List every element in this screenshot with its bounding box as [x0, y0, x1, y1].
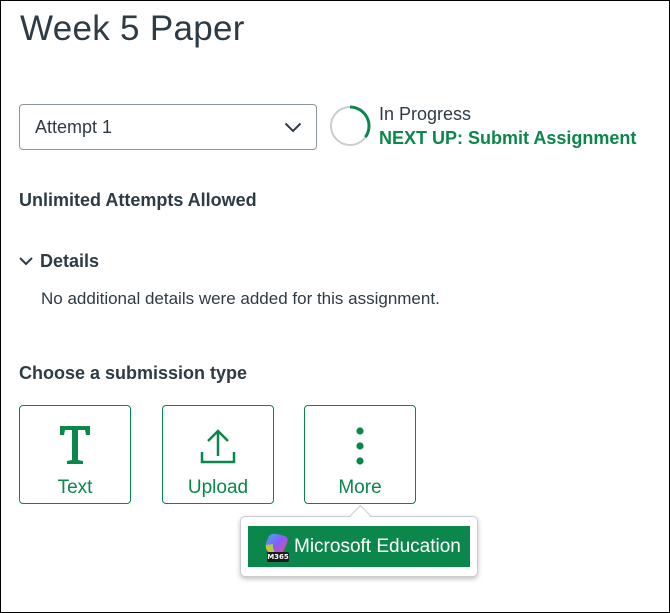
text-submission-label: Text	[57, 477, 93, 498]
attempts-allowed-label: Unlimited Attempts Allowed	[19, 190, 257, 210]
m365-logo-icon: M365	[263, 532, 293, 562]
m365-badge: M365	[267, 551, 289, 562]
progress-ring-arc	[349, 105, 371, 139]
text-submission-button[interactable]: Text	[19, 405, 131, 504]
chevron-down-icon	[19, 253, 33, 271]
microsoft-education-option[interactable]: M365 Microsoft Education	[248, 526, 470, 567]
more-submission-button[interactable]: More	[304, 405, 416, 504]
status-label: In Progress	[379, 104, 472, 124]
page-title: Week 5 Paper	[20, 9, 245, 48]
microsoft-education-label: Microsoft Education	[294, 535, 461, 557]
submission-type-heading: Choose a submission type	[19, 363, 248, 383]
details-text: No additional details were added for thi…	[41, 289, 440, 308]
chevron-down-icon	[284, 122, 302, 133]
vertical-ellipsis-icon	[356, 427, 364, 465]
attempt-select-value: Attempt 1	[35, 116, 113, 137]
more-submission-label: More	[338, 477, 382, 498]
details-label: Details	[40, 251, 100, 271]
upload-submission-label: Upload	[187, 477, 249, 498]
progress-ring-icon	[330, 105, 371, 146]
attempt-select[interactable]: Attempt 1	[19, 104, 317, 150]
details-toggle[interactable]: Details	[19, 251, 99, 272]
upload-icon	[200, 429, 236, 464]
next-up-link[interactable]: NEXT UP: Submit Assignment	[379, 128, 636, 149]
text-T-icon	[60, 426, 90, 464]
assignment-panel: Week 5 Paper Attempt 1 In Progress NEXT …	[0, 0, 670, 613]
upload-submission-button[interactable]: Upload	[162, 405, 274, 504]
